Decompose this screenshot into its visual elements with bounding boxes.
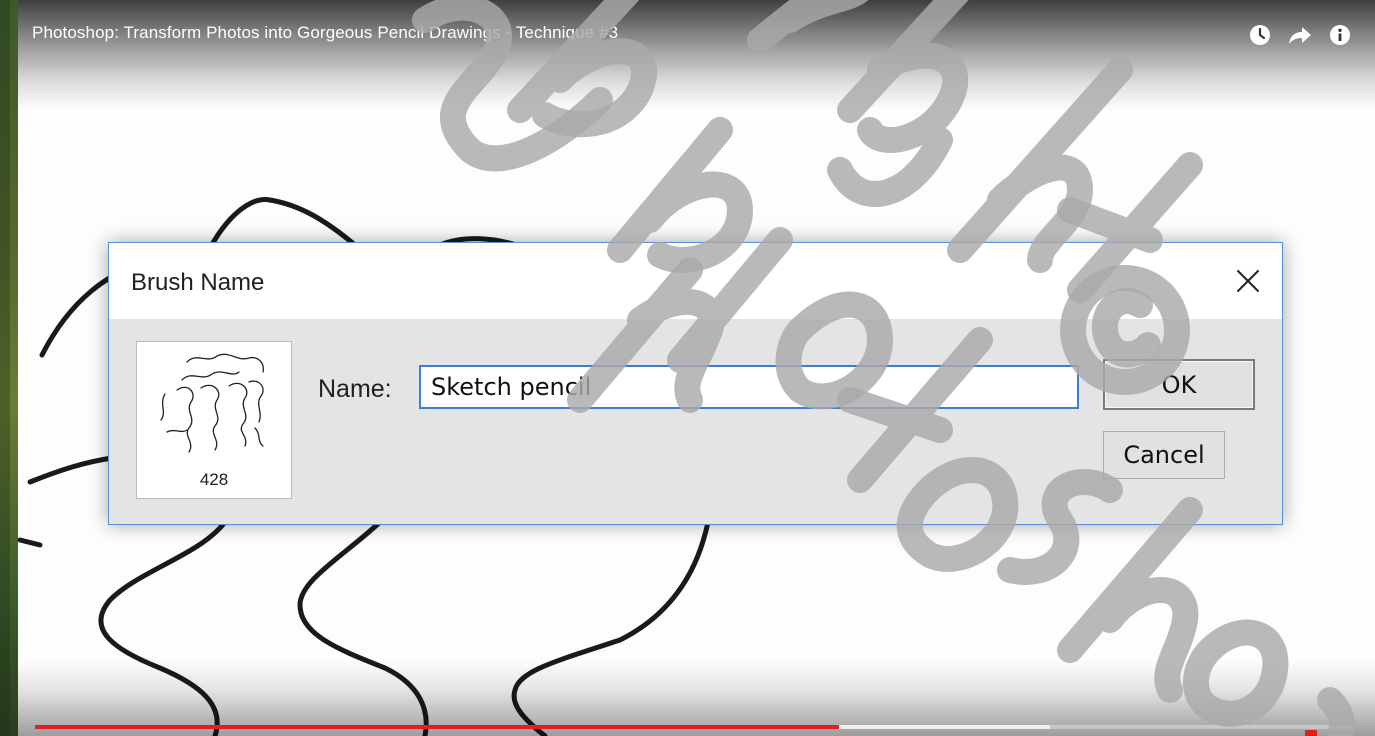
sketch-stroke <box>17 537 43 548</box>
video-title[interactable]: Photoshop: Transform Photos into Gorgeou… <box>32 23 618 43</box>
name-label: Name: <box>318 375 392 403</box>
brush-name-input[interactable] <box>419 365 1079 409</box>
brush-preview: 428 <box>136 341 292 499</box>
watch-later-icon[interactable] <box>1247 22 1273 48</box>
ok-button[interactable]: OK <box>1103 359 1255 410</box>
brush-name-dialog: Brush Name 428 Name: Sketch pencil OK Ca… <box>108 242 1283 525</box>
title-overlay <box>18 0 1375 110</box>
dialog-body: 428 Name: OK Cancel <box>109 319 1282 524</box>
video-player[interactable]: Photoshop: Transform Photos into Gorgeou… <box>0 0 1375 736</box>
dialog-titlebar[interactable]: Brush Name <box>109 243 1282 319</box>
progress-bar[interactable] <box>35 725 1353 729</box>
brush-size-label: 428 <box>199 470 229 489</box>
cancel-button[interactable]: Cancel <box>1103 431 1225 479</box>
brush-tip-icon <box>160 353 264 453</box>
share-icon[interactable] <box>1287 22 1313 48</box>
sketch-stroke <box>27 455 115 485</box>
close-icon <box>1237 270 1259 292</box>
close-button[interactable] <box>1228 261 1268 301</box>
info-icon[interactable] <box>1327 22 1353 48</box>
player-control-hint <box>1305 730 1317 736</box>
dialog-title: Brush Name <box>131 269 265 296</box>
player-top-controls <box>1247 22 1353 48</box>
progress-played <box>35 725 839 729</box>
